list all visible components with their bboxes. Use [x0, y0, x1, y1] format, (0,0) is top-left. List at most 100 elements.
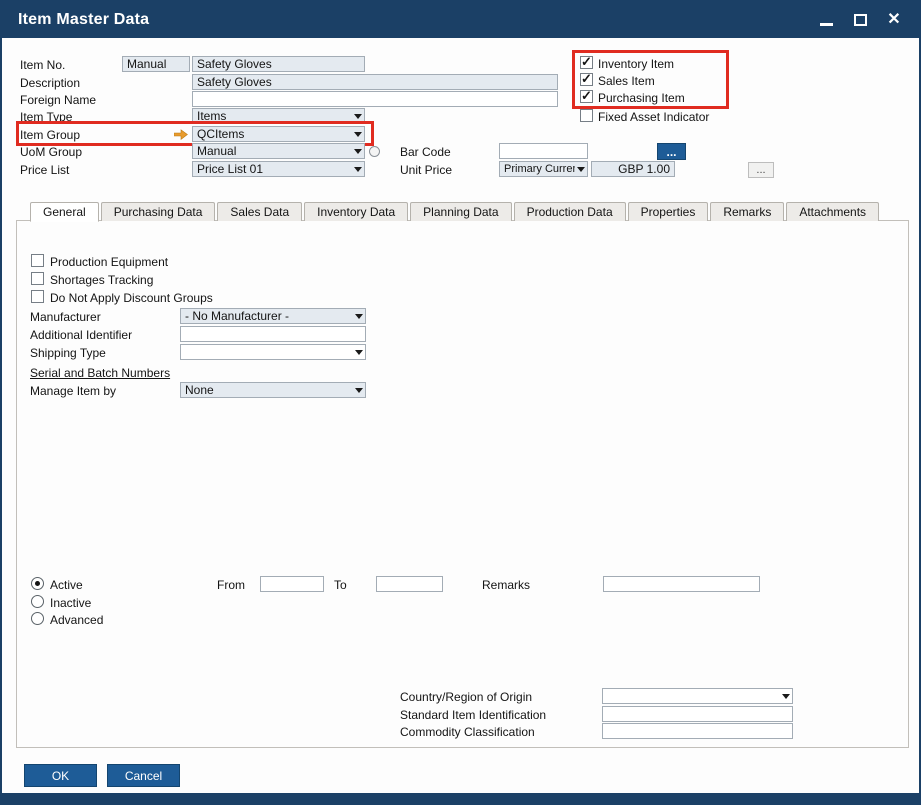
shipping-type-dropdown[interactable]: [180, 344, 366, 360]
inactive-radio[interactable]: [31, 595, 44, 608]
tab-general[interactable]: General: [30, 202, 99, 222]
uom-group-value: Manual: [197, 144, 352, 158]
chevron-down-icon[interactable]: [780, 689, 792, 703]
tab-attachments[interactable]: Attachments: [786, 202, 879, 221]
active-label: Active: [50, 578, 83, 592]
description-label: Description: [20, 76, 80, 90]
close-icon[interactable]: ✕: [885, 11, 903, 29]
remarks-input[interactable]: [603, 576, 760, 592]
shipping-type-label: Shipping Type: [30, 346, 106, 360]
window-controls: ✕: [817, 11, 903, 29]
commodity-classification-label: Commodity Classification: [400, 725, 535, 739]
shortages-tracking-label: Shortages Tracking: [50, 273, 153, 287]
window-title: Item Master Data: [18, 11, 149, 29]
titlebar: Item Master Data ✕: [2, 2, 919, 38]
unit-price-label: Unit Price: [400, 163, 452, 177]
item-no-mode-field[interactable]: Manual: [122, 56, 190, 72]
item-group-value: QCItems: [197, 127, 352, 141]
manage-item-by-dropdown[interactable]: None: [180, 382, 366, 398]
tab-production-data[interactable]: Production Data: [514, 202, 626, 221]
to-input[interactable]: [376, 576, 443, 592]
bar-code-browse-button[interactable]: ...: [657, 143, 686, 160]
price-list-value: Price List 01: [197, 162, 352, 176]
minimize-icon[interactable]: [817, 11, 835, 29]
uom-group-info-icon[interactable]: [369, 146, 380, 157]
maximize-icon[interactable]: [851, 11, 869, 29]
purchasing-item-checkbox[interactable]: [580, 90, 593, 103]
production-equipment-checkbox[interactable]: [31, 254, 44, 267]
item-type-dropdown[interactable]: Items: [192, 108, 365, 124]
price-list-label: Price List: [20, 163, 69, 177]
advanced-label: Advanced: [50, 613, 103, 627]
standard-item-identification-input[interactable]: [602, 706, 793, 722]
country-of-origin-dropdown[interactable]: [602, 688, 793, 704]
item-group-label: Item Group: [20, 128, 80, 142]
uom-group-dropdown[interactable]: Manual: [192, 143, 365, 159]
discount-groups-label: Do Not Apply Discount Groups: [50, 291, 213, 305]
bar-code-input[interactable]: [499, 143, 588, 159]
chevron-down-icon[interactable]: [575, 162, 587, 176]
fixed-asset-indicator-label: Fixed Asset Indicator: [598, 110, 709, 124]
serial-batch-heading: Serial and Batch Numbers: [30, 366, 170, 380]
tab-remarks[interactable]: Remarks: [710, 202, 784, 221]
manufacturer-label: Manufacturer: [30, 310, 101, 324]
shortages-tracking-checkbox[interactable]: [31, 272, 44, 285]
link-arrow-icon[interactable]: [174, 129, 188, 141]
additional-identifier-label: Additional Identifier: [30, 328, 132, 342]
from-label: From: [217, 578, 245, 592]
tab-bar: General Purchasing Data Sales Data Inven…: [16, 201, 881, 221]
commodity-classification-input[interactable]: [602, 723, 793, 739]
foreign-name-label: Foreign Name: [20, 93, 96, 107]
price-list-dropdown[interactable]: Price List 01: [192, 161, 365, 177]
tab-purchasing-data[interactable]: Purchasing Data: [101, 202, 216, 221]
item-no-label: Item No.: [20, 58, 65, 72]
tab-sales-data[interactable]: Sales Data: [217, 202, 302, 221]
inactive-label: Inactive: [50, 596, 91, 610]
standard-item-identification-label: Standard Item Identification: [400, 708, 546, 722]
unit-price-currency-value: Primary Curren: [504, 162, 575, 176]
chevron-down-icon[interactable]: [352, 109, 364, 123]
remarks-label: Remarks: [482, 578, 530, 592]
unit-price-input[interactable]: GBP 1.00: [591, 161, 675, 177]
manufacturer-dropdown[interactable]: - No Manufacturer -: [180, 308, 366, 324]
manage-item-by-label: Manage Item by: [30, 384, 116, 398]
manage-item-by-value: None: [185, 383, 353, 397]
production-equipment-label: Production Equipment: [50, 255, 168, 269]
foreign-name-input[interactable]: [192, 91, 558, 107]
tab-properties[interactable]: Properties: [628, 202, 709, 221]
chevron-down-icon[interactable]: [353, 345, 365, 359]
tab-planning-data[interactable]: Planning Data: [410, 202, 511, 221]
ok-button[interactable]: OK: [24, 764, 97, 787]
to-label: To: [334, 578, 347, 592]
chevron-down-icon[interactable]: [353, 383, 365, 397]
from-input[interactable]: [260, 576, 324, 592]
item-group-dropdown[interactable]: QCItems: [192, 126, 365, 142]
additional-identifier-input[interactable]: [180, 326, 366, 342]
unit-price-currency-dropdown[interactable]: Primary Curren: [499, 161, 588, 177]
window-bottom-bar: [2, 793, 919, 803]
item-type-label: Item Type: [20, 110, 72, 124]
chevron-down-icon[interactable]: [352, 127, 364, 141]
description-input[interactable]: Safety Gloves: [192, 74, 558, 90]
tab-inventory-data[interactable]: Inventory Data: [304, 202, 408, 221]
purchasing-item-label: Purchasing Item: [598, 91, 685, 105]
inventory-item-checkbox[interactable]: [580, 56, 593, 69]
unit-price-more-button[interactable]: ...: [748, 162, 774, 178]
item-type-value: Items: [197, 109, 352, 123]
country-of-origin-label: Country/Region of Origin: [400, 690, 532, 704]
discount-groups-checkbox[interactable]: [31, 290, 44, 303]
cancel-button[interactable]: Cancel: [107, 764, 180, 787]
chevron-down-icon[interactable]: [352, 162, 364, 176]
item-no-input[interactable]: Safety Gloves: [192, 56, 365, 72]
sales-item-checkbox[interactable]: [580, 73, 593, 86]
fixed-asset-indicator-checkbox[interactable]: [580, 109, 593, 122]
manufacturer-value: - No Manufacturer -: [185, 309, 353, 323]
chevron-down-icon[interactable]: [353, 309, 365, 323]
bar-code-label: Bar Code: [400, 145, 451, 159]
uom-group-label: UoM Group: [20, 145, 82, 159]
sales-item-label: Sales Item: [598, 74, 655, 88]
inventory-item-label: Inventory Item: [598, 57, 674, 71]
advanced-radio[interactable]: [31, 612, 44, 625]
chevron-down-icon[interactable]: [352, 144, 364, 158]
active-radio[interactable]: [31, 577, 44, 590]
